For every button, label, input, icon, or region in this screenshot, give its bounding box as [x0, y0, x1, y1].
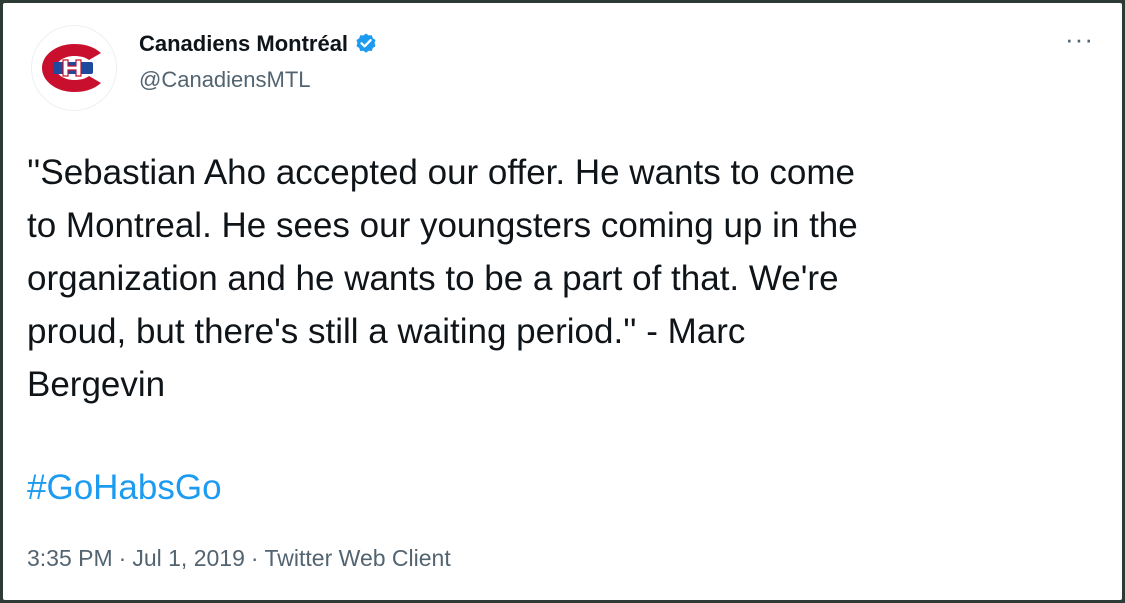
meta-separator: ·: [250, 545, 259, 571]
author-name-row[interactable]: Canadiens Montréal: [139, 31, 378, 57]
tweet-time[interactable]: 3:35 PM: [27, 545, 113, 572]
canadiens-logo: [42, 44, 101, 92]
verified-badge-icon: [356, 33, 376, 53]
meta-separator: ·: [118, 545, 127, 571]
tweet-source[interactable]: Twitter Web Client: [265, 545, 451, 572]
tweet-metadata: 3:35 PM · Jul 1, 2019 · Twitter Web Clie…: [27, 545, 451, 572]
tweet-card: Canadiens Montréal @CanadiensMTL ··· ''S…: [3, 3, 1122, 600]
hashtag-link[interactable]: #GoHabsGo: [27, 463, 222, 513]
more-options-icon[interactable]: ···: [1065, 26, 1094, 52]
author-handle[interactable]: @CanadiensMTL: [139, 67, 311, 93]
tweet-date[interactable]: Jul 1, 2019: [132, 545, 245, 572]
avatar[interactable]: [31, 25, 117, 111]
tweet-text: ''Sebastian Aho accepted our offer. He w…: [27, 153, 858, 404]
author-display-name[interactable]: Canadiens Montréal: [139, 31, 348, 57]
